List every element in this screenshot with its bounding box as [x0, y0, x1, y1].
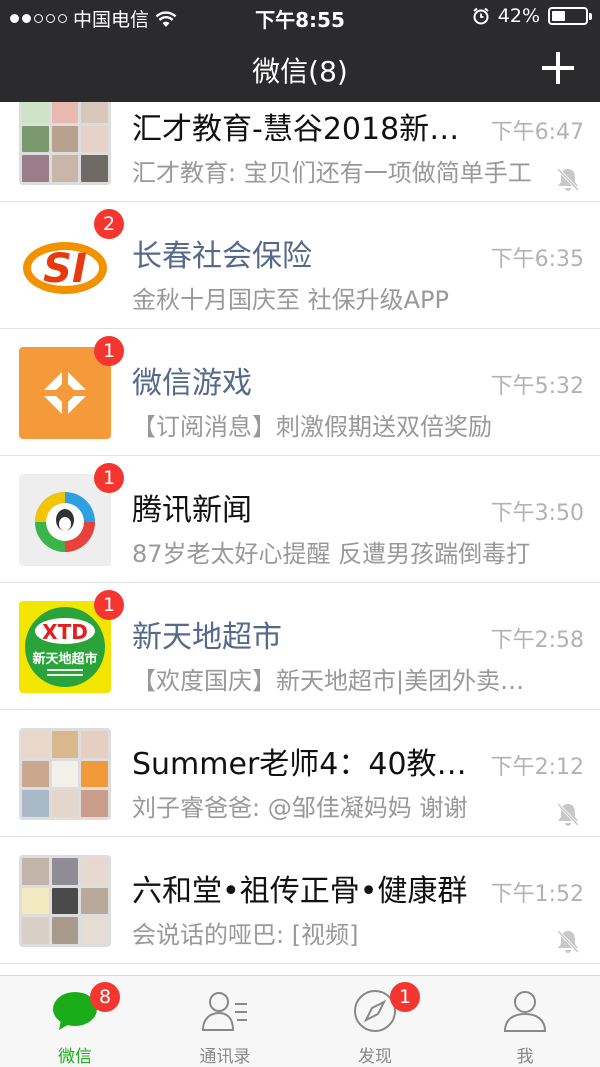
chat-time: 下午6:35	[490, 247, 584, 272]
battery-icon	[548, 7, 592, 25]
chat-time: 下午1:52	[490, 882, 584, 907]
xtd-logo-caption: 新天地超市	[32, 651, 97, 667]
status-bar: 中国电信 下午8:55 42%	[0, 0, 600, 34]
chat-row[interactable]: 1 微信游戏 【订阅消息】刺激假期送双倍奖励 下午5:32	[0, 330, 600, 456]
chat-preview: 会说话的哑巴: [视频]	[132, 921, 359, 949]
chat-name: 长春社会保险	[132, 239, 312, 274]
chat-time: 下午2:12	[490, 755, 584, 780]
nav-bar: 微信(8)	[0, 34, 600, 102]
page-title: 微信(8)	[252, 55, 348, 88]
chat-row[interactable]: SI 2 长春社会保险 金秋十月国庆至 社保升级APP 下午6:35	[0, 203, 600, 329]
chat-name: 汇才教育-慧谷2018新生群	[132, 112, 487, 147]
group-avatar	[19, 728, 111, 820]
alarm-icon	[473, 7, 489, 25]
tab-label: 微信	[58, 1047, 92, 1067]
chat-name: 六和堂•祖传正骨•健康群	[132, 874, 468, 909]
chat-time: 下午6:47	[490, 120, 584, 145]
chat-name: 腾讯新闻	[132, 493, 252, 528]
unread-badge: 1	[94, 336, 124, 366]
group-avatar	[19, 855, 111, 947]
unread-badge: 2	[94, 209, 124, 239]
tab-contacts[interactable]: 通讯录	[150, 976, 300, 1067]
chat-preview: 汇才教育: 宝贝们还有一项做简单手工	[132, 159, 532, 187]
chat-preview: 【欢度国庆】新天地超市|美团外卖上线啦	[132, 667, 542, 695]
chat-preview: 87岁老太好心提醒 反遭男孩踹倒毒打	[132, 540, 531, 568]
chat-row[interactable]: 六和堂•祖传正骨•健康群 会说话的哑巴: [视频] 下午1:52	[0, 838, 600, 964]
chat-list[interactable]: 汇才教育-慧谷2018新生群 汇才教育: 宝贝们还有一项做简单手工 下午6:47…	[0, 102, 600, 975]
chat-name: 新天地超市	[132, 620, 282, 655]
plus-icon[interactable]	[542, 52, 574, 84]
chat-name: Summer老师4：40教研群聊	[132, 747, 487, 782]
chat-preview: 金秋十月国庆至 社保升级APP	[132, 286, 449, 314]
tab-wechat[interactable]: 8 微信	[0, 976, 150, 1067]
tab-bar: 8 微信 通讯录 1 发现 我	[0, 975, 600, 1067]
chat-time: 下午2:58	[490, 628, 584, 653]
chat-time: 下午5:32	[490, 374, 584, 399]
chat-name: 微信游戏	[132, 366, 252, 401]
unread-badge: 1	[94, 590, 124, 620]
tab-label: 我	[516, 1047, 534, 1067]
tab-label: 通讯录	[199, 1047, 251, 1067]
chat-time: 下午3:50	[490, 501, 584, 526]
status-right: 42%	[472, 5, 592, 27]
chat-row[interactable]: Summer老师4：40教研群聊 刘子睿爸爸: @邹佳凝妈妈 谢谢 下午2:12	[0, 711, 600, 837]
contacts-icon	[201, 992, 247, 1031]
chat-row[interactable]: 汇才教育-慧谷2018新生群 汇才教育: 宝贝们还有一项做简单手工 下午6:47	[0, 102, 600, 202]
shebao-logo-text: SI	[43, 246, 87, 292]
tab-label: 发现	[358, 1047, 392, 1067]
unread-badge: 1	[94, 463, 124, 493]
mute-bell-icon	[556, 802, 580, 827]
chat-preview: 刘子睿爸爸: @邹佳凝妈妈 谢谢	[132, 794, 468, 822]
tab-me[interactable]: 我	[450, 976, 600, 1067]
mute-bell-icon	[556, 167, 580, 192]
chat-row[interactable]: 1 腾讯新闻 87岁老太好心提醒 反遭男孩踹倒毒打 下午3:50	[0, 457, 600, 583]
chat-preview: 【订阅消息】刺激假期送双倍奖励	[132, 413, 492, 441]
person-icon	[503, 991, 547, 1032]
chat-row[interactable]: XTD 新天地超市 1 新天地超市 【欢度国庆】新天地超市|美团外卖上线啦 下午…	[0, 584, 600, 710]
mute-bell-icon	[556, 929, 580, 954]
xtd-logo-text: XTD	[42, 620, 88, 644]
tab-badge: 1	[390, 982, 420, 1012]
tab-badge: 8	[90, 982, 120, 1012]
battery-percent: 42%	[497, 5, 540, 27]
group-avatar	[19, 102, 111, 185]
tab-discover[interactable]: 1 发现	[300, 976, 450, 1067]
